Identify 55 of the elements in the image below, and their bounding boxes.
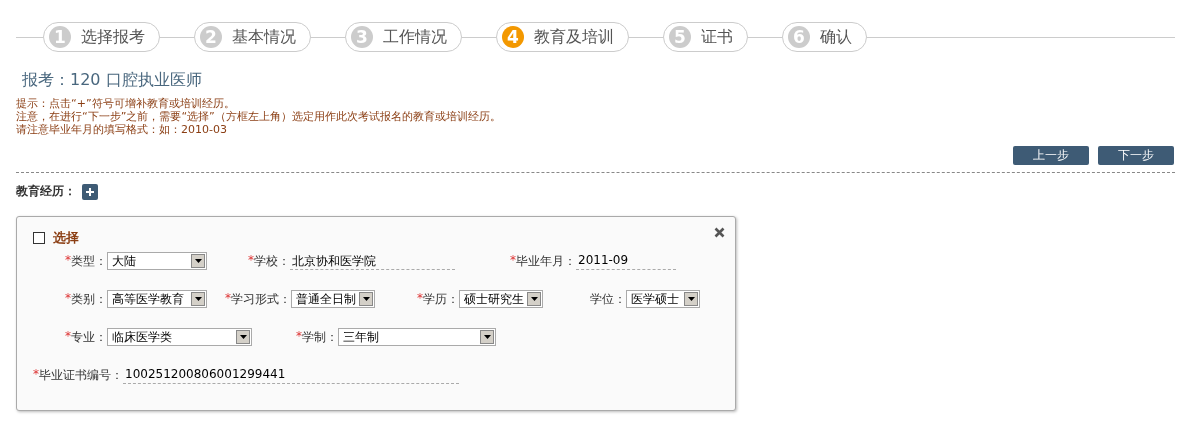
step-label: 教育及培训	[534, 26, 614, 48]
dropdown[interactable]: 普通全日制	[291, 290, 375, 308]
required-mark: *	[33, 366, 39, 383]
required-mark: *	[65, 328, 71, 345]
field-label: 类别：	[71, 290, 107, 308]
caret-icon[interactable]	[687, 297, 695, 301]
add-icon[interactable]	[82, 183, 98, 200]
input-field[interactable]: 100251200806001299441	[123, 366, 459, 384]
step-label: 基本情况	[232, 26, 296, 48]
step-label: 确认	[820, 26, 852, 48]
exam-heading: 报考：120 口腔执业医师	[22, 70, 203, 91]
caret-icon[interactable]	[362, 297, 370, 301]
field-label: 毕业年月：	[516, 252, 576, 270]
input-field[interactable]: 2011-09	[576, 252, 676, 270]
caret-icon[interactable]	[530, 297, 538, 301]
field-label: 学位：	[590, 290, 626, 308]
field-label: 学习形式：	[231, 290, 291, 308]
required-mark: *	[417, 290, 423, 307]
dropdown[interactable]: 大陆	[107, 252, 207, 270]
required-mark: *	[510, 252, 516, 269]
step-button[interactable]: 下一步	[1098, 146, 1174, 165]
notice-text: 注意，在进行“下一步”之前，需要“选择”（方框左上角）选定用作此次考试报名的教育或培训经历。	[16, 110, 502, 123]
dropdown[interactable]: 医学硕士	[626, 290, 700, 308]
field-label: 学校：	[254, 252, 290, 270]
required-mark: *	[65, 290, 71, 307]
dropdown[interactable]: 临床医学类	[107, 328, 252, 346]
field-label: 毕业证书编号：	[39, 366, 123, 384]
caret-icon[interactable]	[194, 259, 202, 263]
section-label: 教育经历：	[16, 183, 76, 200]
dropdown[interactable]: 三年制	[338, 328, 496, 346]
field-label: 学制：	[302, 328, 338, 346]
required-mark: *	[296, 328, 302, 345]
required-mark: *	[65, 252, 71, 269]
field-label: 类型：	[71, 252, 107, 270]
step-label: 选择报考	[81, 26, 145, 48]
close-icon[interactable]	[714, 227, 725, 238]
step-button[interactable]: 上一步	[1013, 146, 1089, 165]
select-label: 选择	[53, 229, 79, 247]
caret-icon[interactable]	[239, 335, 247, 339]
required-mark: *	[225, 290, 231, 307]
step-label: 工作情况	[383, 26, 447, 48]
notice-text: 请注意毕业年月的填写格式：如：2010-03	[16, 123, 228, 136]
caret-icon[interactable]	[483, 335, 491, 339]
step-label: 证书	[701, 26, 733, 48]
required-mark: *	[248, 252, 254, 269]
select-checkbox[interactable]	[33, 232, 45, 244]
input-field[interactable]: 北京协和医学院	[290, 252, 455, 270]
dropdown[interactable]: 硕士研究生	[459, 290, 543, 308]
dropdown[interactable]: 高等医学教育	[107, 290, 207, 308]
step-tab[interactable]: 4 教育及培训	[496, 22, 629, 52]
field-label: 学历：	[423, 290, 459, 308]
caret-icon[interactable]	[194, 297, 202, 301]
notice-text: 提示：点击“+”符号可增补教育或培训经历。	[16, 97, 236, 110]
field-label: 专业：	[71, 328, 107, 346]
step-number-badge: 4	[502, 26, 524, 48]
